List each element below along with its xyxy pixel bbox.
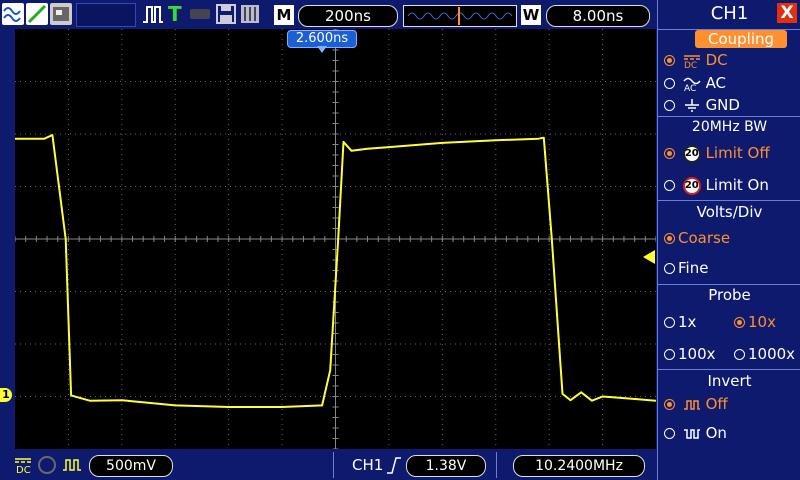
volts-coarse-label: Coarse [678,229,731,247]
coupling-option-gnd[interactable]: GND [664,96,740,114]
probe-1000x-label: 1000x [748,345,796,363]
bw-on-badge-icon: 20 [682,176,701,195]
radio-selected-icon [664,233,675,244]
probe-10x-label: 10x [748,313,776,331]
waveform-wave-icon[interactable] [2,3,24,25]
divider [658,200,800,201]
svg-text:DC: DC [684,61,697,69]
probe-1x-label: 1x [678,313,697,331]
svg-text:DC: DC [16,465,31,474]
coupling-ac-label: AC [705,74,727,92]
coupling-gnd-label: GND [705,96,740,114]
bw-off-badge-icon: 20 [682,144,701,163]
divider [658,284,800,285]
invert-option-off[interactable]: Off [664,395,728,413]
ac-coupling-icon: AC [683,77,701,94]
waveform-diagonal-icon[interactable] [26,3,48,25]
radio-selected-icon [664,399,675,410]
memory-position-bar[interactable] [403,5,517,27]
radio-unselected-icon [664,263,675,274]
timebase-value[interactable]: 200ns [298,5,398,27]
bottom-status-bar: DC 500mV CH1 1.38V 10.2400MHz [0,450,656,480]
probe-option-1x[interactable]: 1x [664,313,696,331]
memory-icon[interactable] [240,3,260,25]
divider [658,116,800,117]
coupling-heading: Coupling [695,30,787,48]
probe-100x-label: 100x [678,345,716,363]
invert-option-on[interactable]: On [664,424,727,442]
radio-unselected-icon [734,349,745,360]
bw-limit-status-icon [38,456,56,474]
bw-heading: 20MHz BW [691,119,768,135]
waveform-grid [14,28,657,450]
window-timebase-value[interactable]: 8.00ns [546,5,650,27]
bw-option-limit-off[interactable]: 20 Limit Off [664,144,770,163]
trigger-level-readout[interactable]: 1.38V [406,455,486,477]
top-toolbar: T M 200ns W 8.00ns [0,0,656,28]
save-disk-icon[interactable] [216,3,236,25]
volts-div-readout[interactable]: 500mV [89,455,173,477]
probe-option-1000x[interactable]: 1000x [734,345,795,363]
probe-option-100x[interactable]: 100x [664,345,716,363]
status-divider-2 [496,452,497,478]
bw-limit-on-label: Limit On [705,176,769,194]
image-icon[interactable] [50,3,72,25]
divider [658,369,800,370]
ground-icon [684,98,699,112]
close-button[interactable]: X [777,3,797,23]
invert-off-icon [683,399,700,410]
invert-on-icon [683,428,700,439]
invert-off-label: Off [705,395,728,413]
volts-div-heading: Volts/Div [696,203,763,221]
bw-limit-off-label: Limit Off [705,144,770,162]
coupling-dc-label: DC [705,51,728,69]
waveform-display[interactable] [14,28,657,450]
ch1-menu-panel: CH1 X Coupling DC DC AC AC GND 20MHz BW … [657,0,800,480]
rising-edge-icon [386,455,402,475]
frequency-readout: 10.2400MHz [513,455,645,477]
volts-option-coarse[interactable]: Coarse [664,229,730,247]
trigger-level-marker-icon[interactable] [643,250,655,264]
radio-unselected-icon [664,100,675,111]
probe-option-10x[interactable]: 10x [734,313,776,331]
window-timebase-label: W [521,5,541,25]
coupling-option-ac[interactable]: AC AC [664,74,727,94]
coupling-option-dc[interactable]: DC DC [664,51,728,71]
volts-fine-label: Fine [678,259,709,277]
bw-option-limit-on[interactable]: 20 Limit On [664,176,769,195]
main-timebase-label: M [274,5,294,25]
volts-option-fine[interactable]: Fine [664,259,708,277]
pulse-icon[interactable] [142,3,164,25]
invert-status-icon [62,456,82,474]
radio-selected-icon [664,148,675,159]
dc-coupling-icon: DC [683,54,700,71]
radio-unselected-icon [664,349,675,360]
status-divider [333,452,334,478]
radio-unselected-icon [664,180,675,191]
radio-selected-icon [734,317,745,328]
svg-text:AC: AC [684,84,696,92]
menu-placeholder-box [76,3,136,27]
trigger-source-label[interactable]: CH1 [352,455,383,475]
trigger-position-marker-icon[interactable] [317,46,327,53]
radio-unselected-icon [664,317,675,328]
ch1-ground-marker[interactable]: 1 [0,388,12,402]
probe-heading: Probe [708,286,751,304]
radio-unselected-icon [664,428,675,439]
invert-heading: Invert [707,372,752,390]
radio-unselected-icon [664,78,675,89]
trigger-status-icon: T [168,2,182,26]
radio-selected-icon [664,55,675,66]
invert-on-label: On [705,424,727,442]
dc-coupling-icon: DC [14,456,32,476]
battery-icon [190,9,210,19]
